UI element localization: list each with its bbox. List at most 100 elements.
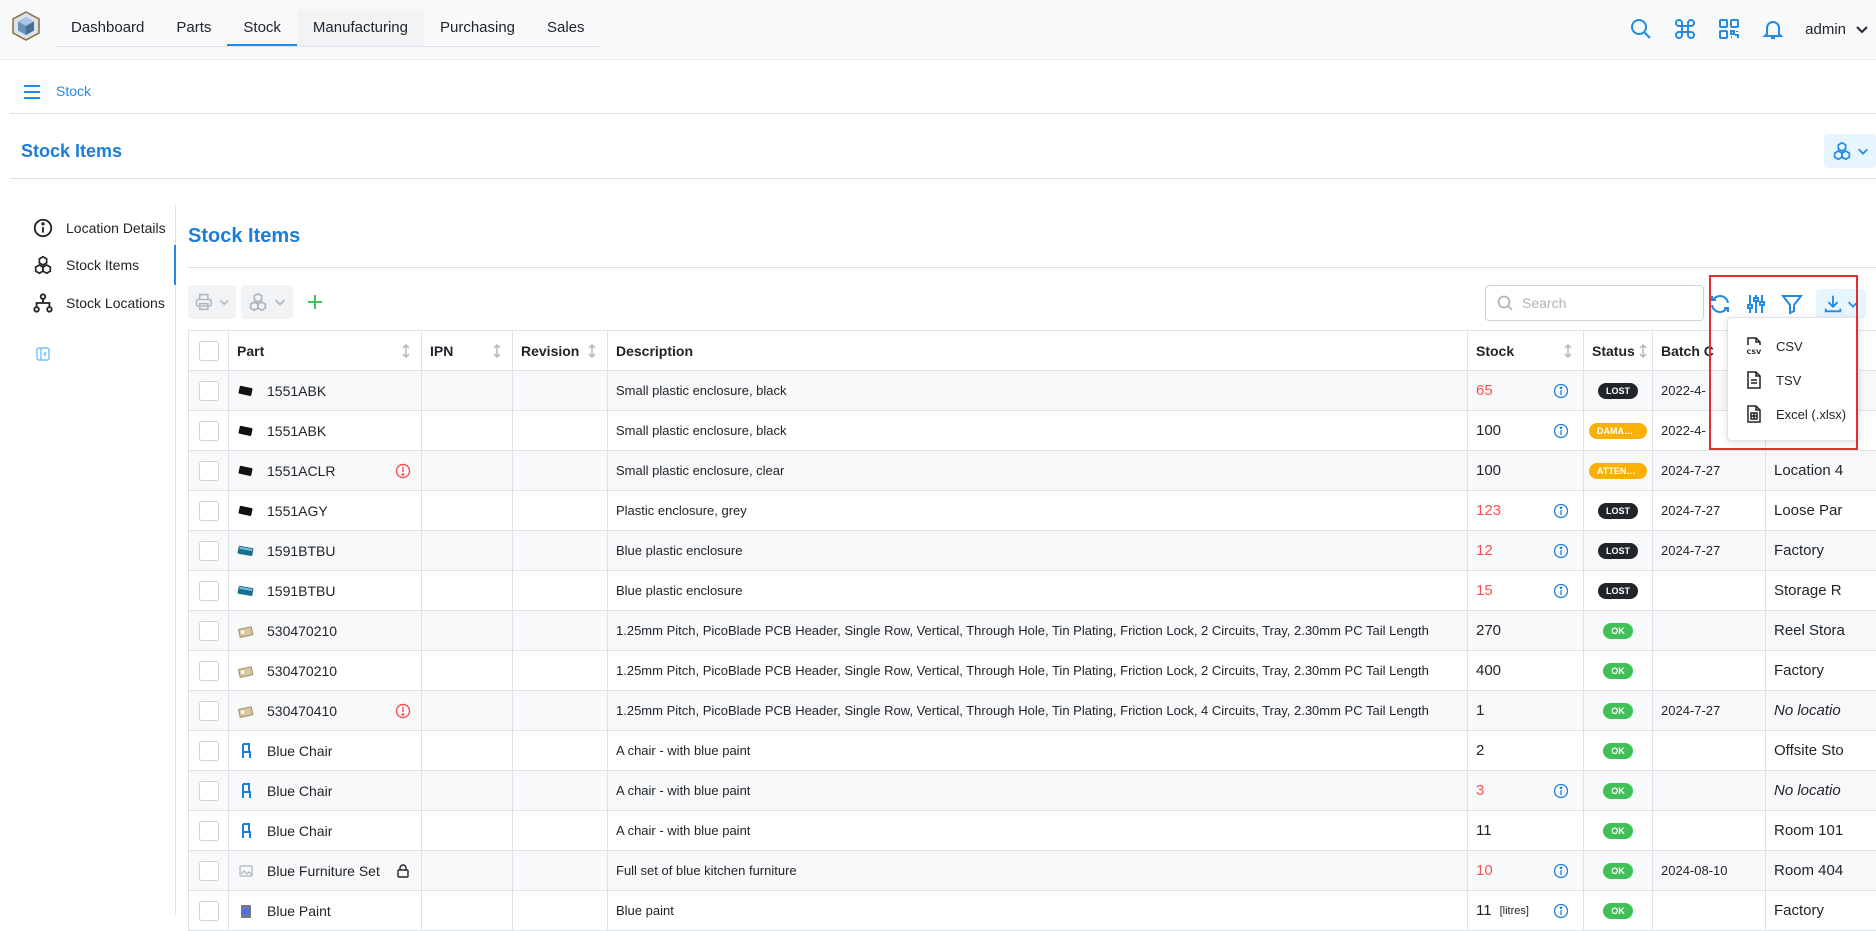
sort-icon[interactable] bbox=[587, 343, 597, 359]
command-icon[interactable] bbox=[1673, 17, 1697, 41]
location-cell[interactable]: Room 404 bbox=[1766, 851, 1876, 890]
part-cell[interactable]: Blue Chair bbox=[229, 731, 422, 770]
table-row[interactable]: Blue Furniture Set Full set of blue kitch… bbox=[189, 851, 1876, 891]
part-cell[interactable]: 1591BTBU bbox=[229, 571, 422, 610]
user-menu[interactable]: admin bbox=[1805, 21, 1846, 38]
part-cell[interactable]: 530470210 bbox=[229, 651, 422, 690]
row-checkbox[interactable] bbox=[198, 580, 219, 601]
part-cell[interactable]: Blue Paint bbox=[229, 891, 422, 930]
inventree-logo[interactable] bbox=[10, 10, 42, 42]
part-cell[interactable]: Blue Chair bbox=[229, 771, 422, 810]
column-header-stock[interactable]: Stock bbox=[1468, 331, 1584, 370]
part-cell[interactable]: 1551ABK bbox=[229, 411, 422, 450]
select-all-checkbox[interactable] bbox=[198, 340, 219, 361]
info-icon[interactable] bbox=[1553, 903, 1569, 919]
row-checkbox[interactable] bbox=[198, 780, 219, 801]
part-cell[interactable]: 1591BTBU bbox=[229, 531, 422, 570]
tab-parts[interactable]: Parts bbox=[160, 9, 227, 46]
table-row[interactable]: 1551AGY Plastic enclosure, grey 123 LOST 202… bbox=[189, 491, 1876, 531]
stock-operations-button[interactable] bbox=[241, 285, 293, 319]
location-cell[interactable]: Offsite Sto bbox=[1766, 731, 1876, 770]
part-cell[interactable]: Blue Chair bbox=[229, 811, 422, 850]
qrcode-icon[interactable] bbox=[1717, 17, 1741, 41]
column-header-ipn[interactable]: IPN bbox=[422, 331, 513, 370]
location-cell[interactable]: Factory bbox=[1766, 891, 1876, 930]
menu-icon[interactable] bbox=[22, 82, 42, 102]
location-cell[interactable]: No locatio bbox=[1766, 771, 1876, 810]
table-row[interactable]: Blue Chair A chair - with blue paint 3 OK No… bbox=[189, 771, 1876, 811]
download-button[interactable] bbox=[1816, 289, 1866, 319]
row-checkbox[interactable] bbox=[198, 380, 219, 401]
row-checkbox[interactable] bbox=[198, 500, 219, 521]
location-cell[interactable]: Factory bbox=[1766, 651, 1876, 690]
download-csv-item[interactable]: CSV CSV bbox=[1728, 328, 1858, 364]
chevron-down-icon[interactable] bbox=[1854, 21, 1870, 37]
panel-location-details[interactable]: Location Details bbox=[10, 208, 176, 248]
row-checkbox[interactable] bbox=[198, 620, 219, 641]
info-icon[interactable] bbox=[1553, 383, 1569, 399]
column-header-description[interactable]: Description bbox=[608, 331, 1468, 370]
table-row[interactable]: Blue Chair A chair - with blue paint 2 OK Of… bbox=[189, 731, 1876, 771]
part-cell[interactable]: 1551AGY bbox=[229, 491, 422, 530]
location-cell[interactable]: Storage R bbox=[1766, 571, 1876, 610]
download-excel-item[interactable]: Excel (.xlsx) bbox=[1728, 396, 1858, 432]
sort-icon[interactable] bbox=[401, 343, 411, 359]
tab-stock[interactable]: Stock bbox=[227, 9, 297, 46]
info-icon[interactable] bbox=[1553, 423, 1569, 439]
table-row[interactable]: 530470210 1.25mm Pitch, PicoBlade PCB Hea… bbox=[189, 651, 1876, 691]
row-checkbox[interactable] bbox=[198, 820, 219, 841]
location-cell[interactable]: Location 4 bbox=[1766, 451, 1876, 490]
sort-icon[interactable] bbox=[1638, 343, 1648, 359]
table-row[interactable]: 530470410 1.25mm Pitch, PicoBlade PCB Hea… bbox=[189, 691, 1876, 731]
row-checkbox[interactable] bbox=[198, 860, 219, 881]
row-checkbox[interactable] bbox=[198, 420, 219, 441]
location-cell[interactable]: Reel Stora bbox=[1766, 611, 1876, 650]
row-checkbox[interactable] bbox=[198, 460, 219, 481]
part-cell[interactable]: 1551ABK bbox=[229, 371, 422, 410]
table-row[interactable]: Blue Chair A chair - with blue paint 11 OK R… bbox=[189, 811, 1876, 851]
tab-manufacturing[interactable]: Manufacturing bbox=[296, 9, 424, 46]
table-row[interactable]: 530470210 1.25mm Pitch, PicoBlade PCB Hea… bbox=[189, 611, 1876, 651]
part-cell[interactable]: 530470210 bbox=[229, 611, 422, 650]
bell-icon[interactable] bbox=[1761, 17, 1785, 41]
panel-stock-locations[interactable]: Stock Locations bbox=[10, 283, 176, 323]
stock-actions-button[interactable] bbox=[1824, 134, 1876, 168]
collapse-panel-icon[interactable] bbox=[36, 347, 50, 361]
info-icon[interactable] bbox=[1553, 783, 1569, 799]
row-checkbox[interactable] bbox=[198, 900, 219, 921]
table-row[interactable]: 1551ABK Small plastic enclosure, black 65 L… bbox=[189, 371, 1876, 411]
table-row[interactable]: Blue Paint Blue paint 11 [litres] OK Factory bbox=[189, 891, 1876, 931]
info-icon[interactable] bbox=[1553, 543, 1569, 559]
row-checkbox[interactable] bbox=[198, 700, 219, 721]
search-input[interactable]: Search bbox=[1485, 285, 1704, 321]
info-icon[interactable] bbox=[1553, 503, 1569, 519]
part-cell[interactable]: 1551ACLR bbox=[229, 451, 422, 490]
tab-dashboard[interactable]: Dashboard bbox=[55, 9, 160, 46]
add-stock-icon[interactable] bbox=[304, 291, 326, 313]
table-row[interactable]: 1551ACLR Small plastic enclosure, clear 10… bbox=[189, 451, 1876, 491]
column-header-part[interactable]: Part bbox=[229, 331, 422, 370]
row-checkbox[interactable] bbox=[198, 540, 219, 561]
row-checkbox[interactable] bbox=[198, 740, 219, 761]
sort-icon[interactable] bbox=[1563, 343, 1573, 359]
filter-icon[interactable] bbox=[1780, 292, 1804, 316]
search-icon[interactable] bbox=[1629, 17, 1653, 41]
breadcrumb-stock[interactable]: Stock bbox=[56, 83, 91, 99]
table-row[interactable]: 1551ABK Small plastic enclosure, black 100… bbox=[189, 411, 1876, 451]
row-checkbox[interactable] bbox=[198, 660, 219, 681]
print-button[interactable] bbox=[188, 285, 236, 319]
download-tsv-item[interactable]: TSV bbox=[1728, 362, 1858, 398]
column-header-status[interactable]: Status bbox=[1584, 331, 1653, 370]
info-icon[interactable] bbox=[1553, 863, 1569, 879]
part-cell[interactable]: 530470410 bbox=[229, 691, 422, 730]
table-row[interactable]: 1591BTBU Blue plastic enclosure 12 LOST 2024… bbox=[189, 531, 1876, 571]
refresh-icon[interactable] bbox=[1708, 292, 1732, 316]
sort-icon[interactable] bbox=[492, 343, 502, 359]
location-cell[interactable]: No locatio bbox=[1766, 691, 1876, 730]
adjustments-icon[interactable] bbox=[1744, 292, 1768, 316]
tab-sales[interactable]: Sales bbox=[531, 9, 601, 46]
info-icon[interactable] bbox=[1553, 583, 1569, 599]
tab-purchasing[interactable]: Purchasing bbox=[424, 9, 531, 46]
location-cell[interactable]: Factory bbox=[1766, 531, 1876, 570]
location-cell[interactable]: Room 101 bbox=[1766, 811, 1876, 850]
